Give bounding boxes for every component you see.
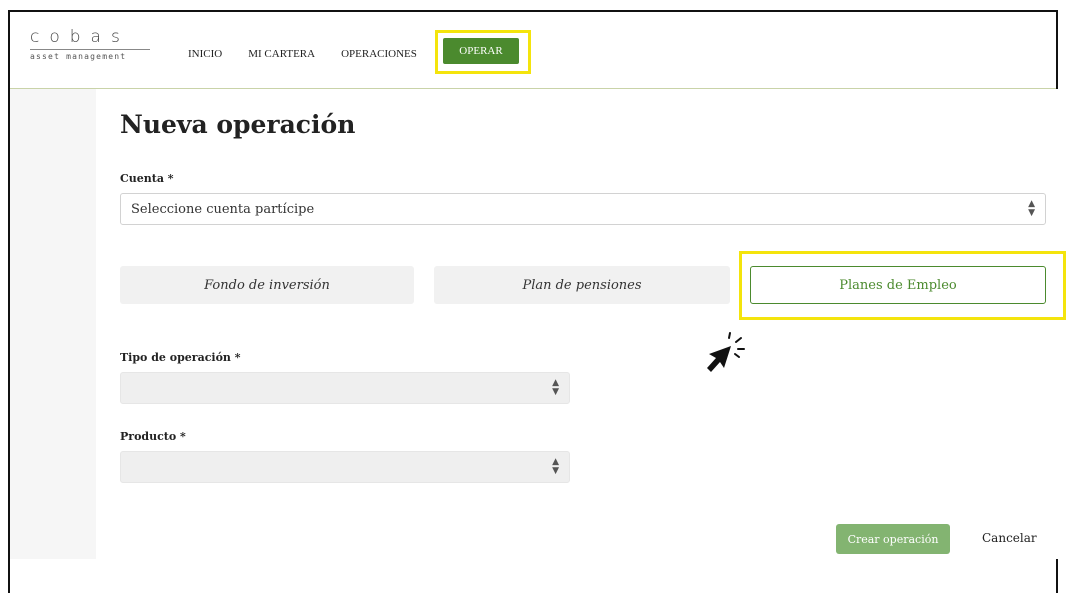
tab-fondo-inversion[interactable]: Fondo de inversión [120,266,414,304]
cuenta-select-value: Seleccione cuenta partícipe [131,201,315,217]
planes-empleo-highlight-box [739,251,1066,320]
cobas-logo[interactable]: cobas asset management [30,28,150,61]
producto-select[interactable]: ▲ ▼ [120,451,570,483]
nav-item-mi-cartera[interactable]: MI CARTERA [248,48,315,60]
page-title: Nueva operación [120,110,356,139]
click-pointer-icon [707,332,745,372]
tab-plan-pensiones-label: Plan de pensiones [522,277,642,293]
app-frame: cobas asset management INICIO MI CARTERA… [8,10,1066,593]
main-content-area [96,89,1058,559]
crear-operacion-button[interactable]: Crear operación [836,524,950,554]
tipo-operacion-select[interactable]: ▲ ▼ [120,372,570,404]
sort-arrows-icon: ▲ ▼ [552,457,559,476]
top-header: cobas asset management INICIO MI CARTERA… [10,12,1056,89]
sort-arrows-icon: ▲ ▼ [1028,199,1035,218]
operar-button[interactable]: OPERAR [443,38,519,64]
nav-item-operaciones[interactable]: OPERACIONES [341,48,417,60]
cancelar-link[interactable]: Cancelar [982,531,1037,545]
cuenta-label: Cuenta * [120,172,174,185]
nav-item-inicio[interactable]: INICIO [188,48,222,60]
main-nav: INICIO MI CARTERA OPERACIONES [188,48,443,60]
tipo-operacion-label: Tipo de operación * [120,351,241,364]
left-side-band [10,89,96,559]
producto-label: Producto * [120,430,186,443]
logo-wordmark: cobas [30,27,130,47]
logo-divider [30,49,150,50]
cuenta-select[interactable]: Seleccione cuenta partícipe ▲ ▼ [120,193,1046,225]
tab-plan-pensiones[interactable]: Plan de pensiones [434,266,730,304]
logo-tagline: asset management [30,52,127,61]
tab-fondo-inversion-label: Fondo de inversión [204,277,330,293]
sort-arrows-icon: ▲ ▼ [552,378,559,397]
